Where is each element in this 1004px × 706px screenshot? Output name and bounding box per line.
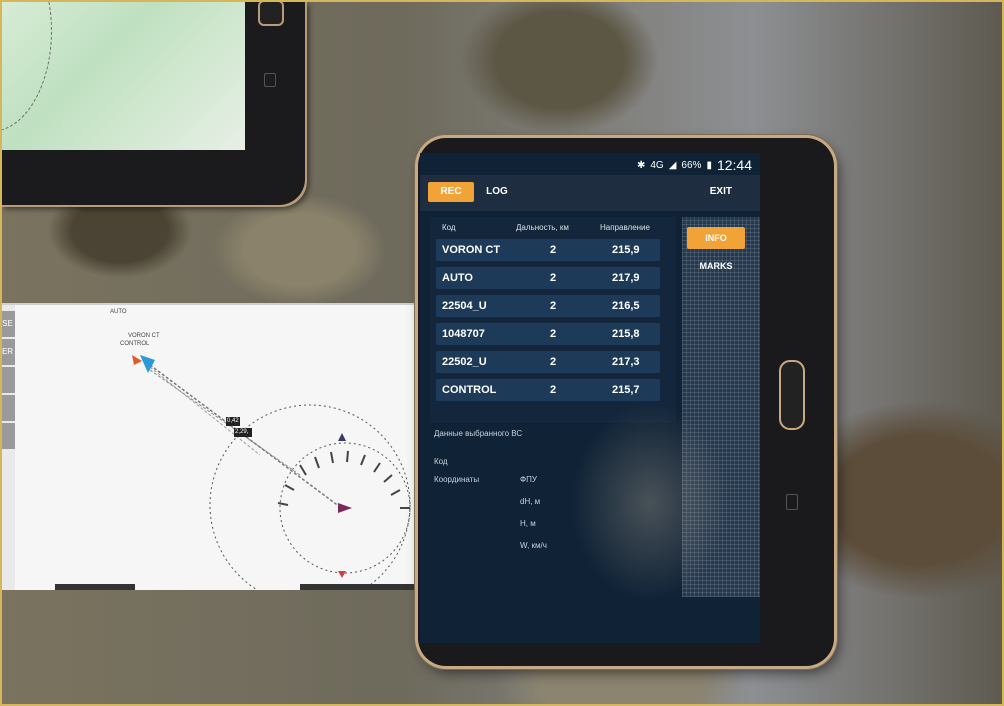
row-distance: 2 [550,244,557,256]
signal-icon: ◢ [668,159,677,171]
secondary-tablet [0,0,305,205]
detail-field: W, км/ч [520,541,547,550]
battery-icon: ▮ [706,159,712,171]
row-code: 1048707 [442,328,485,340]
inset-label: VORON CT [128,333,160,339]
screen-reflection [570,403,730,603]
battery-percent: 66% [681,159,702,171]
row-code: CONTROL [442,384,497,396]
marks-button[interactable]: MARKS [687,257,745,275]
row-direction: 217,9 [612,272,640,284]
main-tablet: ✱ 4G ◢ 66% ▮ 12:44 REC LOG EXIT Код Даль… [418,138,834,666]
tab-log[interactable]: LOG [482,182,512,202]
secondary-home-button[interactable] [258,0,284,26]
network-label: 4G [650,159,664,171]
recents-icon[interactable] [786,494,798,510]
targets-table: Код Дальность, км Направление VORON CT 2… [430,217,676,423]
row-direction: 215,8 [612,328,640,340]
status-bar: ✱ 4G ◢ 66% ▮ 12:44 [420,153,760,175]
table-row[interactable]: 22504_U 2 216,5 [436,295,660,317]
detail-field: ФПУ [520,475,537,484]
row-distance: 2 [550,384,557,396]
table-row[interactable]: 1048707 2 215,8 [436,323,660,345]
row-direction: 216,5 [612,300,640,312]
table-row[interactable]: CONTROL 2 215,7 [436,379,660,401]
tab-rec[interactable]: REC [428,182,474,202]
app-screen: ✱ 4G ◢ 66% ▮ 12:44 REC LOG EXIT Код Даль… [420,153,760,643]
bluetooth-icon: ✱ [636,159,646,171]
row-code: VORON CT [442,244,501,256]
recents-icon [264,73,276,87]
home-button[interactable] [779,360,805,430]
detail-field: dH, м [520,497,541,506]
radar-map-graphic [132,355,411,590]
top-toolbar: REC LOG EXIT [420,175,760,211]
table-row[interactable]: 22502_U 2 217,3 [436,351,660,373]
row-code: AUTO [442,272,473,284]
table-row[interactable]: VORON CT 2 215,9 [436,239,660,261]
row-distance: 2 [550,328,557,340]
secondary-map [0,0,245,150]
info-button[interactable]: INFO [687,227,745,249]
column-header-code: Код [442,223,456,232]
inset-label: CONTROL [120,341,150,347]
column-header-direction: Направление [600,223,650,232]
detail-label-code: Код [434,457,448,466]
detail-label-coordinates: Координаты [434,475,480,484]
column-header-distance: Дальность, км [516,223,569,232]
detail-field: H, м [520,519,536,528]
row-code: 22504_U [442,300,487,312]
row-direction: 215,7 [612,384,640,396]
track-marker-label: 0,42 [227,418,239,424]
inset-map-screenshot: SE ER AUTO VORON CT CONTROL 0,42 2,29, [0,303,420,590]
exit-button[interactable]: EXIT [710,182,732,202]
inset-bottom-bar [55,584,135,590]
row-direction: 215,9 [612,244,640,256]
row-code: 22502_U [442,356,487,368]
inset-label: AUTO [110,309,127,315]
table-row[interactable]: AUTO 2 217,9 [436,267,660,289]
details-title: Данные выбранного ВС [434,429,523,438]
row-distance: 2 [550,272,557,284]
row-distance: 2 [550,300,557,312]
row-direction: 217,3 [612,356,640,368]
track-marker-label: 2,29, [235,429,249,435]
row-distance: 2 [550,356,557,368]
inset-bottom-bar [300,584,420,590]
clock: 12:44 [716,157,752,173]
